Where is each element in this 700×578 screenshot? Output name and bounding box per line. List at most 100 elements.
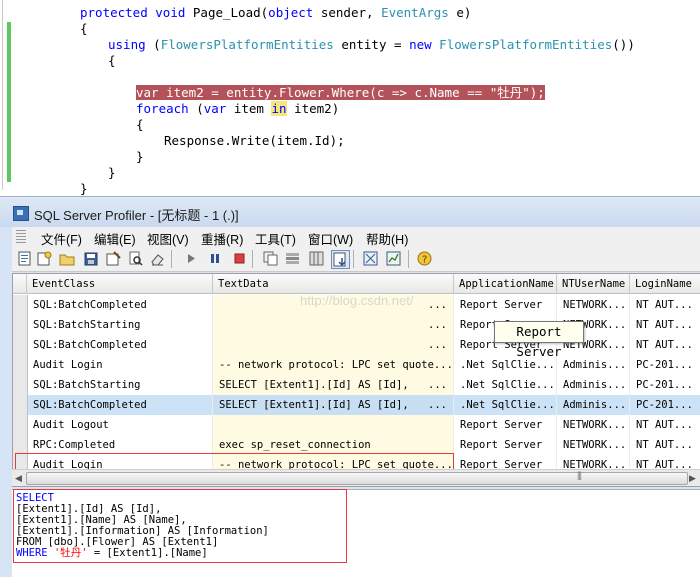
stop-icon[interactable] [230,250,247,267]
column-header-ntusername[interactable]: NTUserName [557,274,630,294]
cell-loginname: NT AUT... [630,295,700,315]
cell-textdata-value: SELECT [Extent1].[Id] AS [Id], [219,399,409,411]
cell-eventclass: SQL:BatchStarting [27,375,213,395]
cell-ntusername-value: Adminis... [563,359,627,371]
code-line-4: { [108,53,116,68]
row-header[interactable] [13,415,28,435]
row-header[interactable] [13,435,28,455]
find-icon[interactable] [127,250,144,267]
window-title: SQL Server Profiler - [无标题 - 1 (.)] [34,208,239,223]
cell-applicationname: .Net SqlClie... [454,375,557,395]
group-icon[interactable] [308,250,325,267]
row-header[interactable] [13,375,28,395]
save-icon[interactable] [82,250,99,267]
toolbar-separator [353,250,354,268]
menu-file[interactable]: 文件(F) [41,229,82,248]
table-row[interactable]: SQL:BatchStarting SELECT [Extent1].[Id] A… [13,375,700,395]
capture-icon[interactable] [362,250,379,267]
textdata-detail-pane[interactable]: SELECT [Extent1].[Id] AS [Id], [Extent1]… [12,489,700,578]
table-row[interactable]: SQL:BatchCompleted... Report Server NETWOR… [13,335,700,355]
run-icon[interactable] [182,250,199,267]
scroll-left-icon[interactable]: ◀ [15,473,22,484]
properties-icon[interactable] [105,250,122,267]
table-row[interactable]: SQL:BatchCompleted SELECT [Extent1].[Id] … [13,395,700,415]
table-row[interactable]: SQL:BatchCompleted... Report Server NETWOR… [13,295,700,315]
auto-scroll-icon[interactable] [262,250,279,267]
code-line-3: using (FlowersPlatformEntities entity = … [108,37,635,52]
code-line-7: { [136,117,144,132]
menu-edit[interactable]: 编辑(E) [94,229,136,248]
cell-ntusername: Adminis... [557,395,630,415]
cell-applicationname: Report Server [454,435,557,455]
code-line-1: protected void Page_Load(object sender, … [80,5,472,20]
cell-loginname: NT AUT... [630,435,700,455]
trace-grid[interactable]: EventClass TextData ApplicationName NTUs… [12,273,700,487]
detail-line-6: WHERE '牡丹' = [Extent1].[Name] [16,547,208,559]
cell-ntusername: Adminis... [557,375,630,395]
table-row[interactable]: Audit Login -- network protocol: LPC set … [13,355,700,375]
grip-icon[interactable] [16,230,26,243]
code-editor[interactable]: protected void Page_Load(object sender, … [0,0,700,196]
row-header[interactable] [13,355,28,375]
menu-replay[interactable]: 重播(R) [201,229,243,248]
row-header[interactable] [13,295,28,315]
cell-eventclass-value: SQL:BatchCompleted [33,339,147,351]
cell-ntusername-value: Adminis... [563,379,627,391]
column-header-textdata[interactable]: TextData [213,274,454,294]
cell-eventclass: RPC:Completed [27,435,213,455]
table-row[interactable]: Audit Logout Report Server NETWORK... NT AU… [13,415,700,435]
title-bar[interactable]: SQL Server Profiler - [无标题 - 1 (.)] [0,197,700,227]
cell-loginname: PC-201... [630,355,700,375]
new-template-icon[interactable] [36,250,53,267]
scroll-right-icon[interactable]: ▶ [689,473,696,484]
pause-icon[interactable] [206,250,223,267]
cell-ntusername-value: NETWORK... [563,299,627,311]
cell-ellipsis: ... [428,299,447,311]
cell-applicationname: Report Server [454,415,557,435]
code-line-8: Response.Write(item.Id); [164,133,345,148]
cell-loginname-value: NT AUT... [636,319,693,331]
menu-tools[interactable]: 工具(T) [255,229,296,248]
toolbar: ? [12,247,700,272]
horizontal-scrollbar[interactable]: ◀ ▶ [12,469,700,486]
row-header[interactable] [13,335,28,355]
help-icon[interactable]: ? [416,250,433,267]
toolbar-separator [171,250,172,268]
column-header-eventclass[interactable]: EventClass [27,274,213,294]
menu-window[interactable]: 窗口(W) [308,229,353,248]
open-icon[interactable] [58,250,75,267]
table-row[interactable]: RPC:Completed exec sp_reset_connection Rep… [13,435,700,455]
chart-icon[interactable] [385,250,402,267]
row-header[interactable] [13,395,28,415]
new-trace-icon[interactable] [16,250,33,267]
column-filter-icon[interactable] [331,250,350,269]
cell-textdata: ... [213,335,454,355]
step-icon[interactable] [284,250,301,267]
cell-eventclass: Audit Logout [27,415,213,435]
outline-line [2,0,3,190]
row-header[interactable] [13,315,28,335]
clear-icon[interactable] [149,250,166,267]
scrollbar-thumb[interactable] [26,470,688,485]
menu-bar: 文件(F) 编辑(E) 视图(V) 重播(R) 工具(T) 窗口(W) 帮助(H… [12,227,700,248]
menu-view[interactable]: 视图(V) [147,229,189,248]
cell-eventclass: SQL:BatchCompleted [27,335,213,355]
cell-ellipsis: ... [428,399,447,411]
cell-textdata-value: -- network protocol: LPC set quote... [219,359,453,371]
column-header-applicationname[interactable]: ApplicationName [454,274,557,294]
cell-ntusername-value: NETWORK... [563,439,627,451]
table-row[interactable]: SQL:BatchStarting...Report ServerNETWORK… [13,315,700,335]
cell-applicationname-value: .Net SqlClie... [460,379,555,391]
cell-loginname-value: NT AUT... [636,299,693,311]
cell-ellipsis: ... [428,339,447,351]
cell-applicationname: .Net SqlClie... [454,395,557,415]
cell-ntusername-value: Adminis... [563,399,627,411]
cell-eventclass: SQL:BatchCompleted [27,395,213,415]
cell-ellipsis: ... [428,319,447,331]
cell-eventclass: Audit Login [27,355,213,375]
cell-loginname-value: PC-201... [636,359,693,371]
menu-help[interactable]: 帮助(H) [366,229,408,248]
cell-textdata-value: exec sp_reset_connection [219,439,371,451]
code-line-6: foreach (var item in item2) [136,101,340,116]
column-header-loginname[interactable]: LoginName [630,274,700,294]
